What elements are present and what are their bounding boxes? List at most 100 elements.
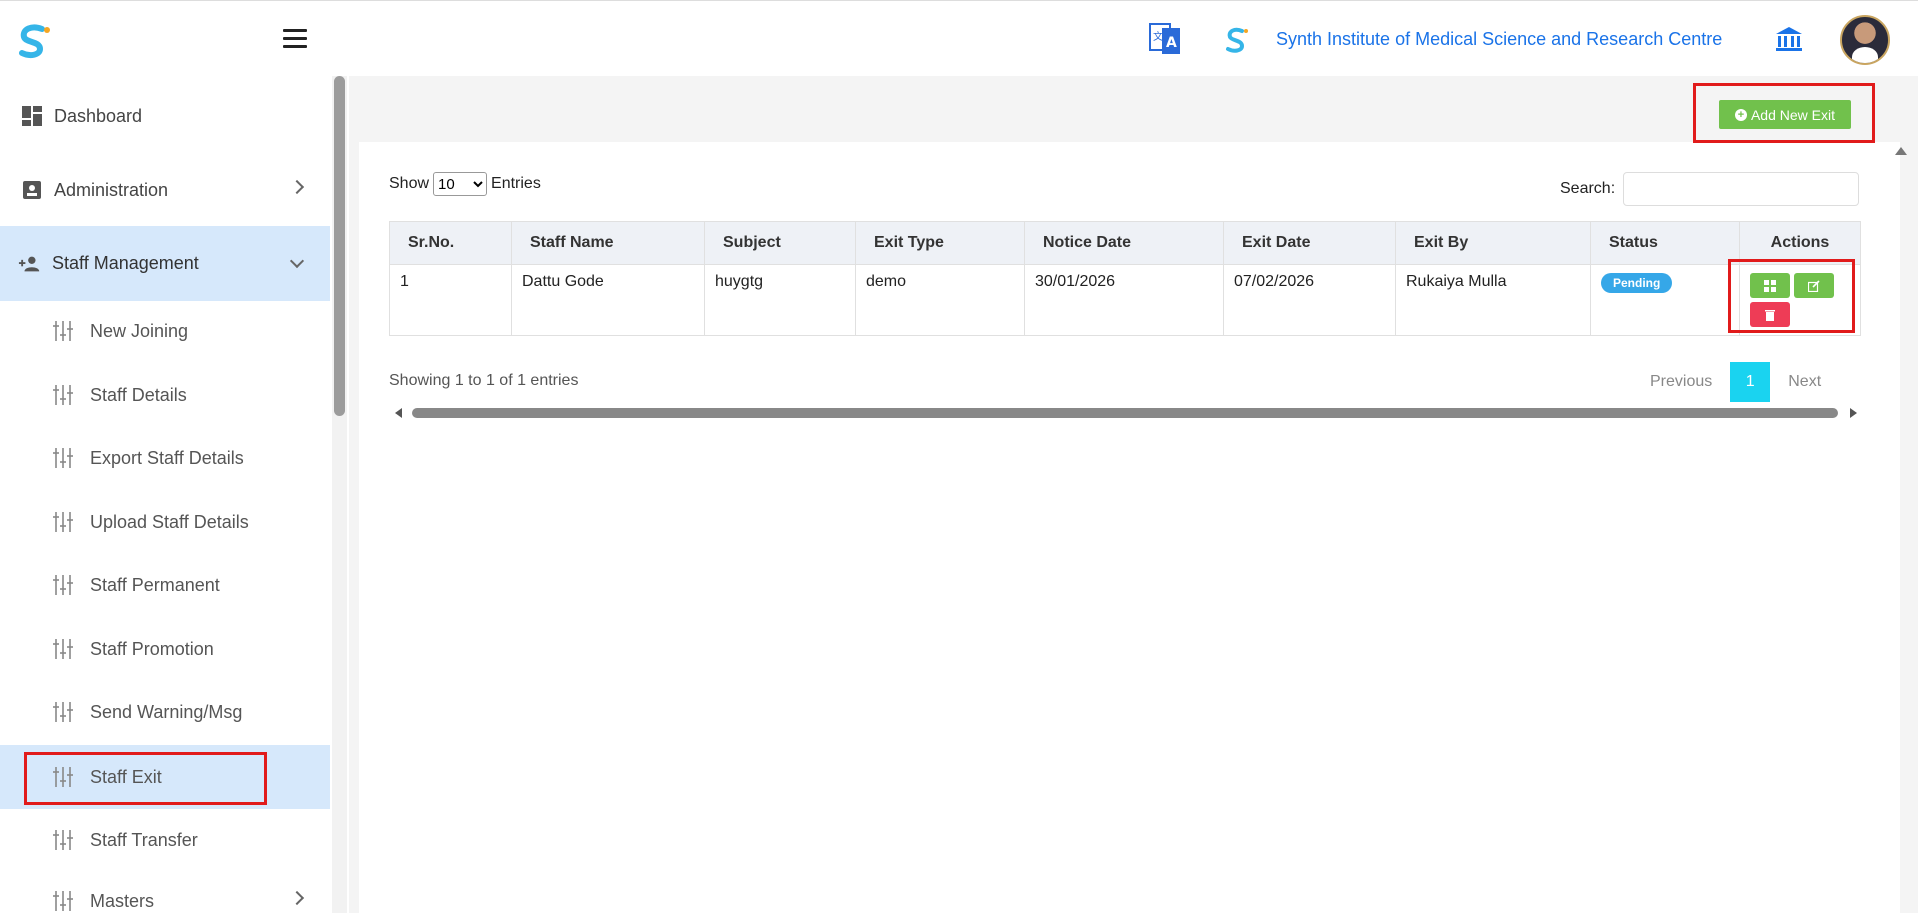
sidebar: Dashboard Administration Staff Managemen… [0,76,330,913]
sidebar-subitem-send-warning[interactable]: Send Warning/Msg [0,680,330,744]
sidebar-item-administration[interactable]: Administration [0,158,330,222]
sliders-icon [53,891,73,911]
sidebar-item-label: Administration [54,179,169,200]
sidebar-subitem-staff-exit[interactable]: Staff Exit [0,745,330,809]
edit-button[interactable] [1794,273,1834,298]
top-bar: 文 A Synth Institute of Medical Science a… [0,0,1918,76]
sidebar-subitem-new-joining[interactable]: New Joining [0,299,330,363]
cell-exit-date: 07/02/2026 [1223,264,1396,336]
edit-icon [1808,280,1820,292]
sidebar-item-label: Staff Management [52,253,199,273]
cell-actions [1739,264,1861,336]
next-page-button[interactable]: Next [1788,373,1821,391]
table-row: 1 Dattu Gode huygtg demo 30/01/2026 07/0… [389,264,1861,336]
col-status[interactable]: Status [1590,221,1740,265]
sidebar-subitem-label: Send Warning/Msg [90,701,243,722]
cell-exit-by: Rukaiya Mulla [1395,264,1591,336]
search-label: Search: [1560,180,1616,197]
chevron-right-icon [289,179,305,195]
avatar[interactable] [1840,15,1890,65]
sidebar-item-label: Dashboard [54,105,143,126]
view-button[interactable] [1750,273,1790,298]
sliders-icon [53,512,73,532]
col-sr-no[interactable]: Sr.No. [389,221,512,265]
showing-entries-text: Showing 1 to 1 of 1 entries [389,372,579,389]
table-header-row: Sr.No. Staff Name Subject Exit Type Noti… [389,221,1861,265]
pagination: Previous 1 Next [1650,362,1821,402]
entries-control: Show 10 Entries [389,172,541,196]
col-exit-type[interactable]: Exit Type [855,221,1025,265]
sidebar-subitem-staff-details[interactable]: Staff Details [0,363,330,427]
sidebar-subitem-staff-promotion[interactable]: Staff Promotion [0,617,330,681]
users-add-icon [18,256,40,271]
grid-icon [1764,280,1776,292]
sliders-icon [53,702,73,722]
add-new-exit-label: Add New Exit [1750,106,1836,123]
sidebar-subitem-label: Staff Promotion [90,638,214,659]
svg-text:文: 文 [1153,30,1163,43]
sidebar-item-staff-management[interactable]: Staff Management [0,226,330,301]
plus-circle-icon: + [1734,108,1747,121]
col-exit-by[interactable]: Exit By [1395,221,1591,265]
sliders-icon [53,767,73,787]
institute-name: Synth Institute of Medical Science and R… [1276,29,1723,49]
sliders-icon [53,639,73,659]
sidebar-subitem-staff-permanent[interactable]: Staff Permanent [0,553,330,617]
contact-card-icon [23,181,41,199]
col-staff-name[interactable]: Staff Name [511,221,705,265]
sidebar-subitem-label: Staff Exit [90,766,162,787]
logo-icon[interactable] [14,21,54,61]
sidebar-subitem-label: Masters [90,890,155,911]
scroll-up-arrow-icon[interactable] [1895,147,1907,155]
col-actions: Actions [1739,221,1861,265]
cell-notice-date: 30/01/2026 [1024,264,1224,336]
sidebar-subitem-label: New Joining [90,320,189,341]
cell-exit-type: demo [855,264,1025,336]
svg-text:A: A [1166,35,1177,51]
sliders-icon [53,575,73,595]
scroll-right-arrow-icon[interactable] [1850,408,1857,418]
page-1-button[interactable]: 1 [1730,362,1771,402]
staff-exit-table: Sr.No. Staff Name Subject Exit Type Noti… [389,221,1861,336]
sliders-icon [53,448,73,468]
institute-logo-icon [1226,27,1248,53]
sidebar-subitem-label: Staff Details [90,384,187,405]
search-control: Search: [1560,172,1860,206]
col-subject[interactable]: Subject [704,221,856,265]
cell-staff-name: Dattu Gode [511,264,705,336]
search-input[interactable] [1623,172,1860,206]
sidebar-subitem-label: Upload Staff Details [90,511,249,532]
chevron-down-icon [289,253,305,269]
cell-sr-no: 1 [389,264,512,336]
show-label: Show [389,175,430,192]
add-new-exit-button[interactable]: + Add New Exit [1719,100,1851,129]
status-badge: Pending [1601,273,1673,293]
sidebar-subitem-staff-transfer[interactable]: Staff Transfer [0,808,330,872]
scroll-left-arrow-icon[interactable] [395,408,402,418]
col-exit-date[interactable]: Exit Date [1223,221,1396,265]
sidebar-subitem-label: Staff Transfer [90,829,198,850]
sidebar-subitem-label: Export Staff Details [90,447,244,468]
sidebar-subitem-export-staff-details[interactable]: Export Staff Details [0,426,330,490]
hamburger-icon[interactable] [283,29,307,49]
trash-icon [1765,310,1775,321]
sidebar-subitem-label: Staff Permanent [90,574,220,595]
sliders-icon [53,385,73,405]
previous-page-button[interactable]: Previous [1650,373,1712,391]
dashboard-icon [22,106,42,126]
horizontal-scrollbar-thumb[interactable] [412,408,1838,418]
entries-label: Entries [491,175,541,192]
sidebar-item-dashboard[interactable]: Dashboard [0,84,330,148]
col-notice-date[interactable]: Notice Date [1024,221,1224,265]
sliders-icon [53,830,73,850]
bank-icon[interactable] [1774,25,1804,53]
sidebar-subitem-upload-staff-details[interactable]: Upload Staff Details [0,490,330,554]
cell-status: Pending [1590,264,1740,336]
entries-select[interactable]: 10 [433,172,488,196]
cell-subject: huygtg [704,264,856,336]
delete-button[interactable] [1750,302,1790,327]
translate-icon[interactable]: 文 A [1148,20,1182,58]
sliders-icon [53,321,73,341]
sidebar-scrollbar-thumb[interactable] [334,76,345,416]
sidebar-subitem-masters[interactable]: Masters [0,869,330,913]
